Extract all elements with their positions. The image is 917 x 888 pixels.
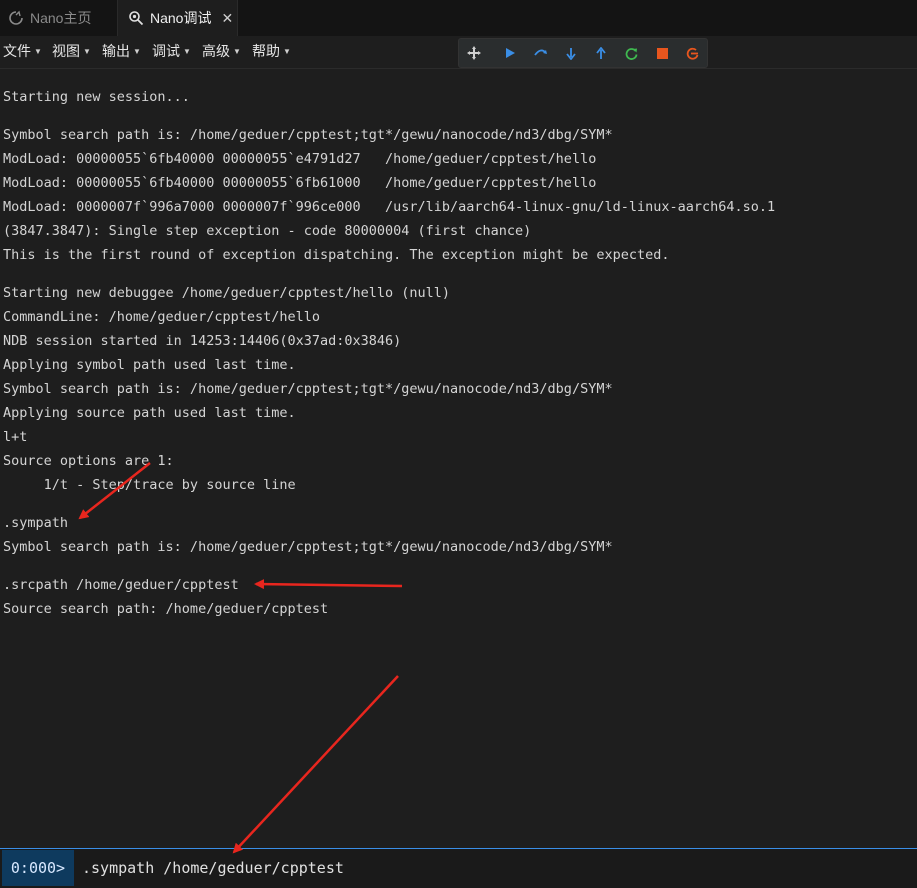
- caret-down-icon: ▼: [183, 46, 191, 56]
- console-line: Symbol search path is: /home/geduer/cppt…: [3, 127, 613, 143]
- close-icon[interactable]: ✕: [221, 10, 233, 27]
- console-line: Symbol search path is: /home/geduer/cppt…: [3, 381, 613, 397]
- console-line: NDB session started in 14253:14406(0x37a…: [3, 333, 402, 349]
- tab-nano-debug[interactable]: Nano调试 ✕: [117, 0, 238, 36]
- console-line: 1/t - Step/trace by source line: [3, 477, 296, 493]
- console-line: This is the first round of exception dis…: [3, 247, 670, 263]
- caret-down-icon: ▼: [233, 46, 241, 56]
- command-input[interactable]: .sympath /home/geduer/cpptest: [82, 850, 344, 886]
- menu-view[interactable]: 视图 ▼: [52, 36, 91, 66]
- debug-toolbar: [458, 38, 708, 68]
- tab-nano-home[interactable]: Nano主页: [0, 0, 117, 36]
- caret-down-icon: ▼: [133, 46, 141, 56]
- menu-label: 文件: [3, 43, 31, 59]
- console-line: ModLoad: 00000055`6fb40000 00000055`6fb6…: [3, 175, 597, 191]
- menu-debug[interactable]: 调试 ▼: [152, 36, 191, 66]
- menu-label: 输出: [102, 43, 130, 59]
- console-line: (3847.3847): Single step exception - cod…: [3, 223, 532, 239]
- console-line: .sympath: [3, 515, 69, 531]
- caret-down-icon: ▼: [283, 46, 291, 56]
- console-line: Source options are 1:: [3, 453, 174, 469]
- menu-help[interactable]: 帮助 ▼: [252, 36, 291, 66]
- console-line: Symbol search path is: /home/geduer/cppt…: [3, 539, 613, 555]
- tab-bar: Nano主页 Nano调试 ✕: [0, 0, 917, 37]
- console-line: Starting new debuggee /home/geduer/cppte…: [3, 285, 451, 301]
- console-line: l+t: [3, 429, 28, 445]
- caret-down-icon: ▼: [34, 46, 42, 56]
- console-line: Source search path: /home/geduer/cpptest: [3, 601, 329, 617]
- console-output: Starting new session... Symbol search pa…: [0, 69, 917, 847]
- console-line: Applying source path used last time.: [3, 405, 296, 421]
- menu-label: 高级: [202, 43, 230, 59]
- menu-output[interactable]: 输出 ▼: [102, 36, 141, 66]
- tab-label: Nano主页: [30, 10, 92, 26]
- command-prompt: 0:000>: [2, 850, 74, 886]
- run-icon[interactable]: [499, 39, 521, 67]
- command-bar: 0:000> .sympath /home/geduer/cpptest: [0, 848, 917, 888]
- console-line: ModLoad: 00000055`6fb40000 00000055`e479…: [3, 151, 597, 167]
- menu-label: 帮助: [252, 43, 280, 59]
- debug-search-icon: [129, 11, 144, 26]
- caret-down-icon: ▼: [83, 46, 91, 56]
- menu-label: 视图: [52, 43, 80, 59]
- restart-icon[interactable]: [620, 39, 642, 67]
- console-line: CommandLine: /home/geduer/cpptest/hello: [3, 309, 320, 325]
- console-line: Starting new session...: [3, 89, 190, 105]
- console-line: Applying symbol path used last time.: [3, 357, 296, 373]
- console-line: ModLoad: 0000007f`996a7000 0000007f`996c…: [3, 199, 776, 215]
- detach-icon[interactable]: [681, 39, 703, 67]
- step-out-icon[interactable]: [590, 39, 612, 67]
- console-line: .srcpath /home/geduer/cpptest: [3, 577, 239, 593]
- menu-advanced[interactable]: 高级 ▼: [202, 36, 241, 66]
- menu-label: 调试: [152, 43, 180, 59]
- stop-icon[interactable]: [651, 39, 673, 67]
- nano-logo-icon: [9, 10, 23, 25]
- tab-label: Nano调试: [150, 10, 212, 26]
- menu-file[interactable]: 文件 ▼: [3, 36, 42, 66]
- step-over-icon[interactable]: [530, 39, 552, 67]
- step-into-icon[interactable]: [560, 39, 582, 67]
- move-icon[interactable]: [463, 39, 485, 67]
